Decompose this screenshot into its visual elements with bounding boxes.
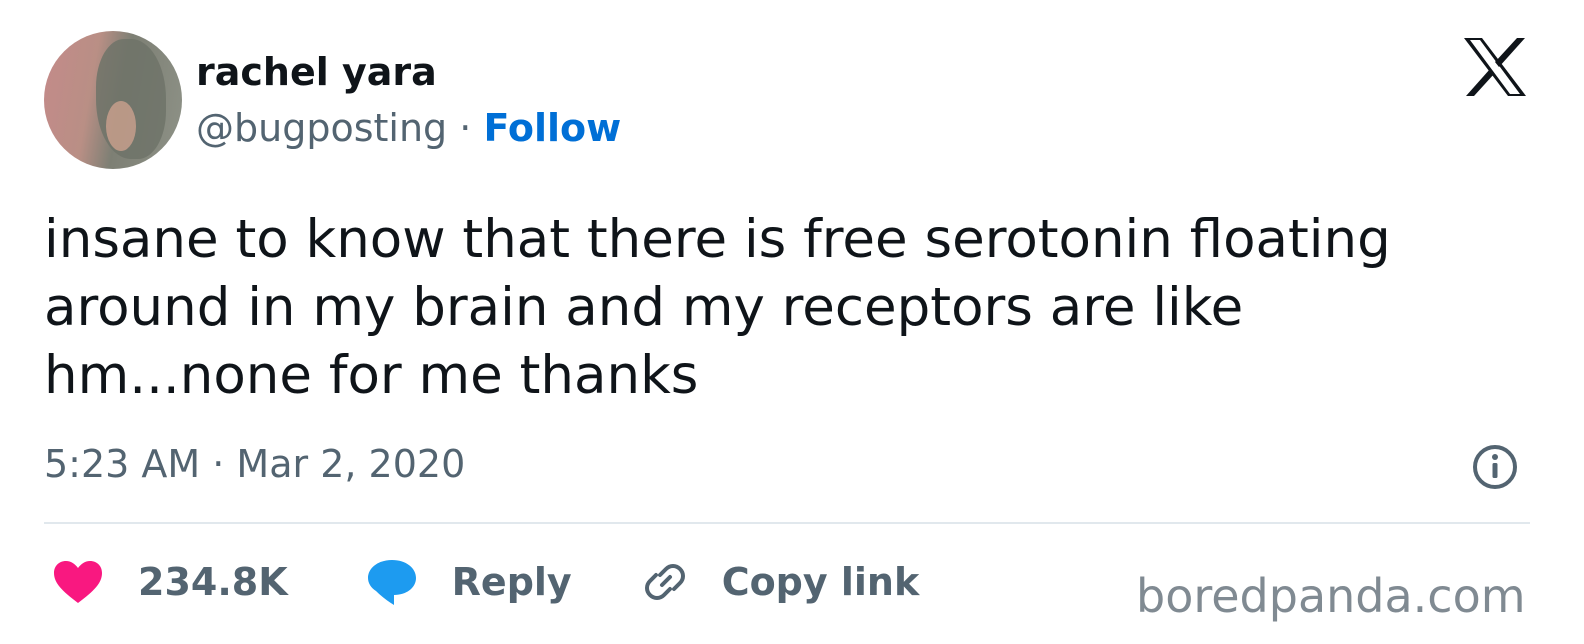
watermark: boredpanda.com [1136,569,1526,623]
like-button[interactable]: 234.8K [52,556,288,608]
author-handle[interactable]: @bugposting [196,106,447,150]
link-icon [644,564,685,600]
speech-bubble-icon [367,560,416,605]
author-name[interactable]: rachel yara [196,46,437,98]
tweet-card: rachel yara @bugposting · Follow insane … [0,0,1584,644]
like-count: 234.8K [138,560,288,604]
copy-link-label: Copy link [721,560,920,604]
meta-separator: · [459,106,472,150]
info-icon[interactable] [1470,442,1520,492]
follow-button[interactable]: Follow [483,106,621,150]
divider [44,522,1530,524]
tweet-text: insane to know that there is free seroto… [44,209,1391,406]
copy-link-button[interactable]: Copy link [640,556,920,608]
action-bar: 234.8K Reply Copy link [52,552,919,612]
reply-button[interactable]: Reply [366,556,572,608]
reply-label: Reply [451,560,572,604]
author-meta: @bugposting · Follow [196,102,621,154]
tweet-timestamp[interactable]: 5:23 AM · Mar 2, 2020 [44,438,465,490]
heart-icon [54,561,102,603]
avatar[interactable] [44,31,182,169]
avatar-shade [106,101,136,151]
x-logo-icon[interactable] [1462,36,1528,98]
